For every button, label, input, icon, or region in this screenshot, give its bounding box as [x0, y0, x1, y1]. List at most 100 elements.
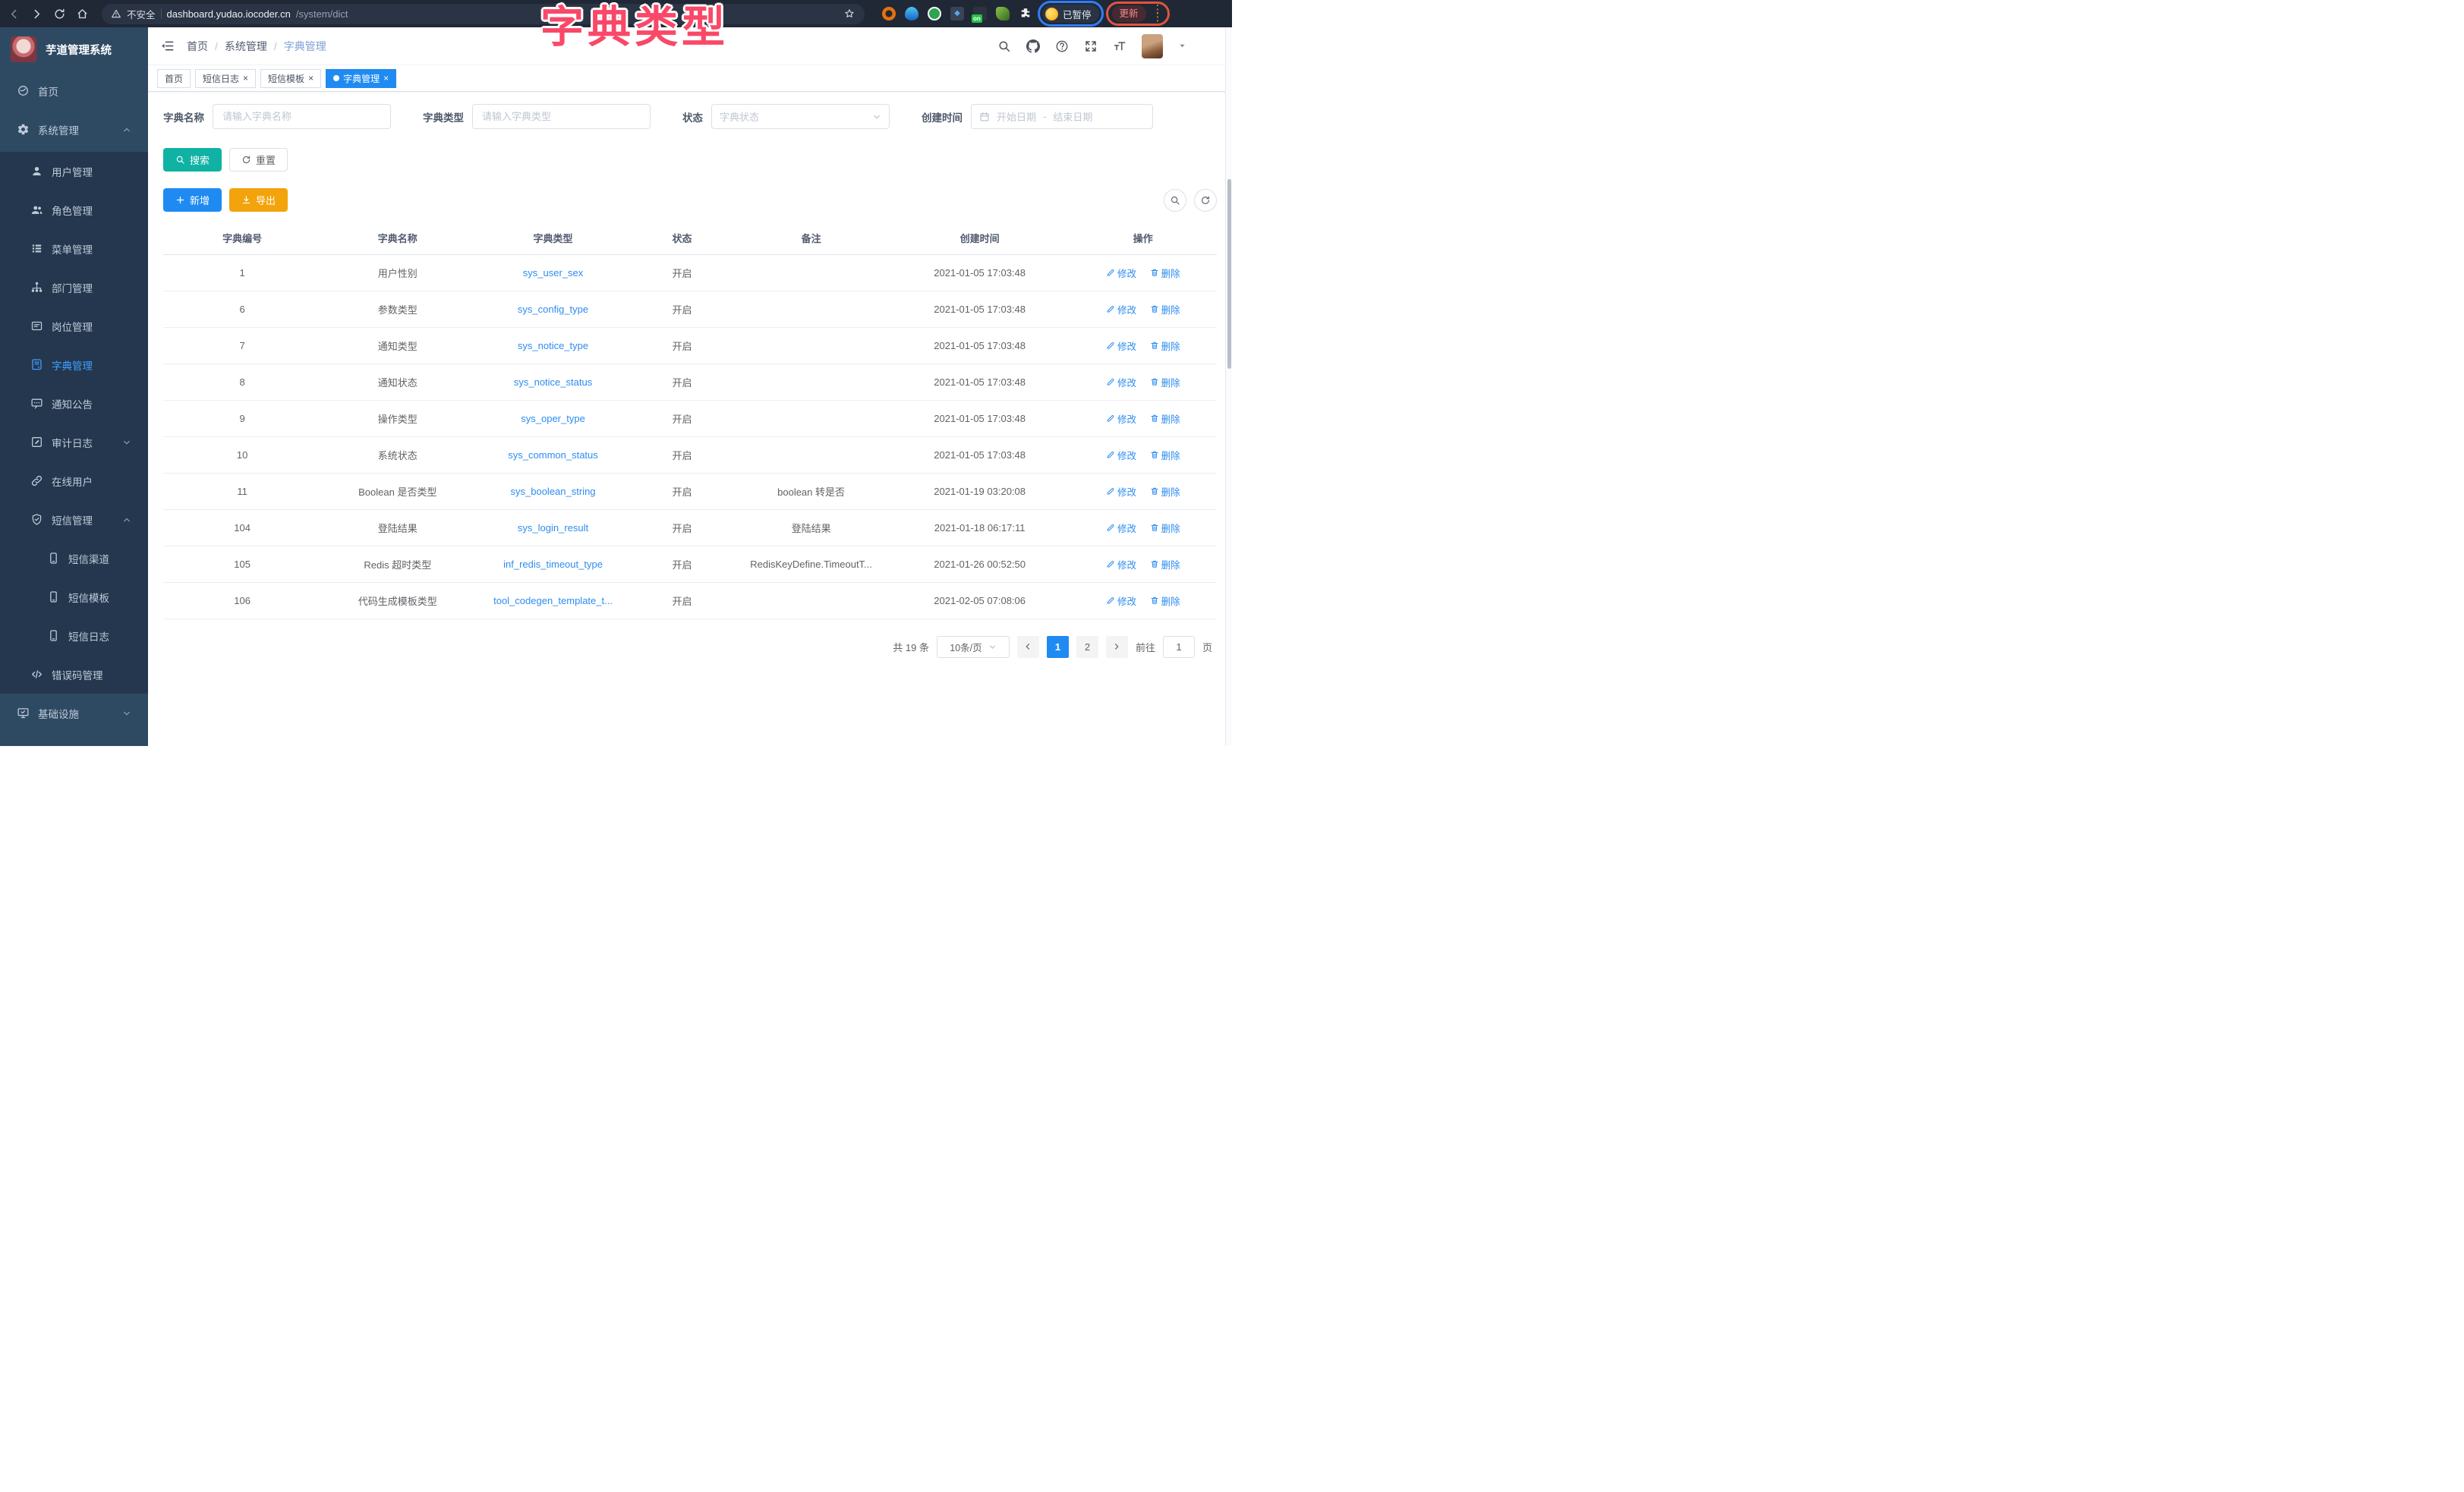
sidebar-item[interactable]: 用户管理	[0, 152, 148, 190]
dict-type-link[interactable]: sys_config_type	[518, 304, 588, 315]
add-button[interactable]: 新增	[163, 188, 222, 212]
browser-update-button[interactable]: 更新	[1112, 5, 1146, 22]
delete-link[interactable]: 删除	[1150, 375, 1180, 389]
bookmark-star-icon[interactable]	[843, 8, 855, 20]
dict-type-link[interactable]: sys_boolean_string	[511, 486, 596, 497]
page-number-button[interactable]: 2	[1076, 636, 1098, 658]
extension-green-icon[interactable]	[928, 7, 941, 20]
delete-link[interactable]: 删除	[1150, 448, 1180, 462]
close-icon[interactable]: ×	[243, 74, 248, 83]
sidebar-toggle-icon[interactable]	[160, 39, 175, 53]
address-bar[interactable]: 不安全 dashboard.yudao.iocoder.cn/system/di…	[102, 4, 865, 24]
sidebar-item[interactable]: 字典管理	[0, 345, 148, 384]
sidebar-item[interactable]: 通知公告	[0, 384, 148, 423]
view-tab[interactable]: 短信日志 ×	[195, 69, 256, 88]
sidebar-item[interactable]: 短信日志	[0, 616, 148, 655]
search-button[interactable]: 搜索	[163, 148, 222, 172]
edit-link[interactable]: 修改	[1106, 593, 1136, 608]
browser-back-icon[interactable]	[8, 8, 20, 20]
delete-link[interactable]: 删除	[1150, 266, 1180, 280]
sidebar-item[interactable]: 审计日志	[0, 423, 148, 461]
extension-switch-icon[interactable]: on	[973, 7, 987, 20]
delete-link[interactable]: 删除	[1150, 521, 1180, 535]
font-size-icon[interactable]	[1113, 39, 1126, 53]
extension-orange-icon[interactable]	[882, 7, 896, 20]
status-select[interactable]: 字典状态	[711, 104, 890, 129]
view-tab[interactable]: 短信模板 ×	[260, 69, 321, 88]
sidebar-item[interactable]: 岗位管理	[0, 307, 148, 345]
page-size-select[interactable]: 10条/页	[937, 636, 1010, 658]
delete-link[interactable]: 删除	[1150, 484, 1180, 499]
view-tab[interactable]: 首页 ×	[157, 69, 191, 88]
browser-reload-icon[interactable]	[53, 8, 66, 20]
page-scrollbar[interactable]	[1225, 27, 1232, 746]
sidebar-item[interactable]: 在线用户	[0, 461, 148, 500]
dict-type-link[interactable]: sys_notice_type	[518, 340, 588, 351]
fullscreen-icon[interactable]	[1084, 39, 1098, 53]
delete-link[interactable]: 删除	[1150, 302, 1180, 316]
sidebar-item[interactable]: 基础设施	[0, 694, 148, 732]
delete-link[interactable]: 删除	[1150, 411, 1180, 426]
sidebar-item[interactable]: 角色管理	[0, 190, 148, 229]
breadcrumb: 首页 / 系统管理 / 字典管理	[187, 39, 326, 54]
breadcrumb-section[interactable]: 系统管理	[225, 39, 267, 54]
sidebar-item[interactable]: 短信模板	[0, 578, 148, 616]
caret-down-icon[interactable]	[1178, 42, 1186, 50]
extension-blue-drop-icon[interactable]	[905, 7, 918, 20]
delete-link[interactable]: 删除	[1150, 557, 1180, 571]
dict-type-link[interactable]: sys_notice_status	[514, 376, 592, 388]
dict-type-link[interactable]: sys_user_sex	[523, 267, 583, 279]
sidebar-item[interactable]: 部门管理	[0, 268, 148, 307]
delete-link[interactable]: 删除	[1150, 593, 1180, 608]
page-number-button[interactable]: 1	[1047, 636, 1069, 658]
sidebar-item[interactable]: 首页	[0, 71, 148, 110]
github-icon[interactable]	[1026, 39, 1040, 53]
close-icon[interactable]: ×	[383, 74, 389, 83]
dict-type-link[interactable]: sys_login_result	[518, 522, 588, 534]
extension-grid-icon[interactable]: ◆	[950, 7, 964, 20]
edit-link[interactable]: 修改	[1106, 557, 1136, 571]
dict-type-link[interactable]: sys_oper_type	[521, 413, 585, 424]
help-icon[interactable]	[1055, 39, 1069, 53]
close-icon[interactable]: ×	[308, 74, 314, 83]
dict-type-input[interactable]	[472, 104, 651, 129]
breadcrumb-home[interactable]: 首页	[187, 39, 208, 54]
dict-type-link[interactable]: sys_common_status	[508, 449, 598, 461]
sidebar-item[interactable]: 短信管理	[0, 500, 148, 539]
browser-forward-icon[interactable]	[30, 8, 43, 20]
reset-button[interactable]: 重置	[229, 148, 288, 172]
delete-link[interactable]: 删除	[1150, 338, 1180, 353]
next-page-button[interactable]	[1106, 636, 1128, 658]
edit-link[interactable]: 修改	[1106, 338, 1136, 353]
toggle-search-button[interactable]	[1164, 189, 1186, 212]
dict-type-link[interactable]: inf_redis_timeout_type	[503, 559, 603, 570]
browser-home-icon[interactable]	[76, 8, 89, 20]
sidebar-item[interactable]: 短信渠道	[0, 539, 148, 578]
edit-link[interactable]: 修改	[1106, 375, 1136, 389]
extension-leaf-icon[interactable]	[996, 7, 1010, 20]
sidebar-item[interactable]: 系统管理	[0, 110, 148, 149]
edit-link[interactable]: 修改	[1106, 484, 1136, 499]
scrollbar-thumb[interactable]	[1227, 179, 1231, 369]
app-logo-row[interactable]: 芋道管理系统	[0, 27, 148, 71]
browser-menu-icon[interactable]: ⋮⋮	[1152, 6, 1164, 21]
edit-link[interactable]: 修改	[1106, 521, 1136, 535]
refresh-table-button[interactable]	[1194, 189, 1217, 212]
export-button[interactable]: 导出	[229, 188, 288, 212]
date-range-picker[interactable]: 开始日期 - 结束日期	[971, 104, 1153, 129]
profile-paused-chip[interactable]: 已暂停	[1042, 5, 1099, 23]
sidebar-item[interactable]: 菜单管理	[0, 229, 148, 268]
sidebar-item[interactable]: 错误码管理	[0, 655, 148, 694]
view-tab[interactable]: 字典管理 ×	[326, 69, 396, 88]
user-avatar[interactable]	[1142, 34, 1163, 58]
edit-link[interactable]: 修改	[1106, 411, 1136, 426]
extensions-puzzle-icon[interactable]	[1019, 7, 1032, 20]
edit-link[interactable]: 修改	[1106, 448, 1136, 462]
dict-name-input[interactable]	[213, 104, 391, 129]
dict-type-link[interactable]: tool_codegen_template_t...	[493, 595, 613, 606]
edit-link[interactable]: 修改	[1106, 302, 1136, 316]
search-icon[interactable]	[997, 39, 1011, 53]
goto-page-input[interactable]	[1163, 636, 1195, 658]
prev-page-button[interactable]	[1017, 636, 1039, 658]
edit-link[interactable]: 修改	[1106, 266, 1136, 280]
